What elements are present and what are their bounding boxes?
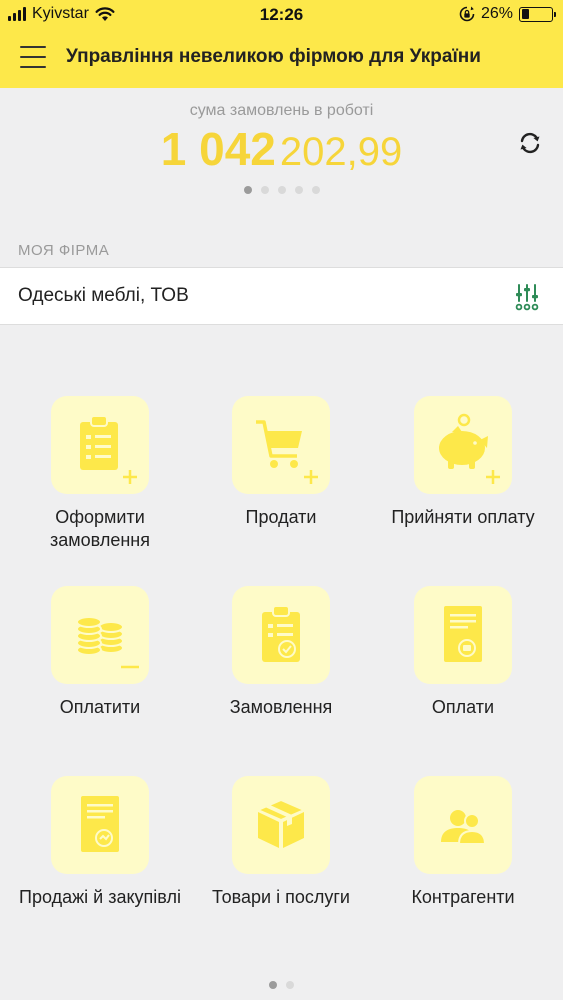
- pager-dot[interactable]: [286, 981, 294, 989]
- clipboard-check-icon: [262, 605, 300, 662]
- action-sales-purchases-icon-box: [51, 776, 149, 874]
- summary-label: сума замовлень в роботі: [189, 102, 374, 119]
- payment-document-icon: [444, 606, 482, 662]
- action-counterparties[interactable]: Контрагенти: [378, 776, 548, 946]
- sliders-icon[interactable]: [514, 283, 540, 311]
- pager-dot[interactable]: [294, 186, 303, 194]
- battery-level: [521, 9, 530, 19]
- action-label: Замовлення: [229, 697, 333, 717]
- action-receive-payment-icon-box: [414, 396, 512, 494]
- action-pay-icon-box: [51, 586, 149, 684]
- orientation-lock-icon: [459, 6, 475, 22]
- clipboard-add-icon: [80, 415, 137, 484]
- status-right: 26%: [459, 5, 556, 23]
- action-sales-purchases[interactable]: Продажі й закупівлі: [15, 776, 185, 946]
- firm-selector[interactable]: Одеські меблі, ТОВ: [0, 267, 563, 325]
- action-payments-icon-box: [414, 586, 512, 684]
- people-icon: [441, 810, 487, 845]
- battery-icon: [519, 6, 556, 22]
- action-label: Оплати: [431, 697, 495, 717]
- piggy-bank-add-icon: [439, 413, 500, 484]
- summary-amount-decimal: 202,99: [279, 130, 403, 174]
- action-sell-icon-box: [232, 396, 330, 494]
- action-pay[interactable]: Оплатити: [15, 586, 185, 756]
- pager-dot[interactable]: [243, 186, 252, 194]
- action-goods-services-icon-box: [232, 776, 330, 874]
- summary-amount: 1 042 202,99: [0, 122, 563, 176]
- refresh-icon[interactable]: [515, 128, 545, 158]
- orders-summary: сума замовлень в роботі 1 042 202,99: [0, 88, 563, 218]
- action-goods-services[interactable]: Товари і послуги: [196, 776, 366, 946]
- action-label: Прийняти оплату: [391, 507, 535, 527]
- cart-add-icon: [256, 420, 318, 484]
- status-bar: Kyivstar 12:26 26%: [0, 0, 563, 30]
- pager-dot[interactable]: [277, 186, 286, 194]
- pager-dot[interactable]: [269, 981, 277, 989]
- action-label: Товари і послуги: [212, 887, 350, 907]
- summary-amount-integer: 1 042: [160, 123, 276, 175]
- action-create-order-icon-box: [51, 396, 149, 494]
- action-counterparties-icon-box: [414, 776, 512, 874]
- action-label: Продати: [245, 507, 317, 527]
- coins-minus-icon: [76, 616, 139, 669]
- battery-percent: 26%: [480, 5, 513, 22]
- action-label: Продажі й закупівлі: [19, 887, 181, 907]
- action-create-order[interactable]: Оформити замовлення: [15, 396, 185, 566]
- action-label: Оформити замовлення: [50, 507, 150, 550]
- summary-pager: [0, 186, 563, 194]
- box-icon: [257, 799, 305, 848]
- my-firm-section-label: МОЯ ФІРМА: [18, 242, 110, 259]
- app-title: Управління невеликою фірмою для України: [66, 46, 481, 67]
- action-sell[interactable]: Продати: [196, 396, 366, 566]
- action-orders-icon-box: [232, 586, 330, 684]
- action-receive-payment[interactable]: Прийняти оплату: [378, 396, 548, 566]
- hamburger-menu-icon[interactable]: [20, 46, 46, 68]
- app-bar: Управління невеликою фірмою для України: [0, 30, 563, 88]
- pager-dot[interactable]: [311, 186, 320, 194]
- action-label: Оплатити: [59, 697, 141, 717]
- action-orders[interactable]: Замовлення: [196, 586, 366, 756]
- page-pager: [0, 981, 563, 989]
- sales-document-icon: [81, 796, 119, 852]
- pager-dot[interactable]: [260, 186, 269, 194]
- action-payments[interactable]: Оплати: [378, 586, 548, 756]
- action-label: Контрагенти: [411, 887, 515, 907]
- firm-name: Одеські меблі, ТОВ: [18, 285, 189, 306]
